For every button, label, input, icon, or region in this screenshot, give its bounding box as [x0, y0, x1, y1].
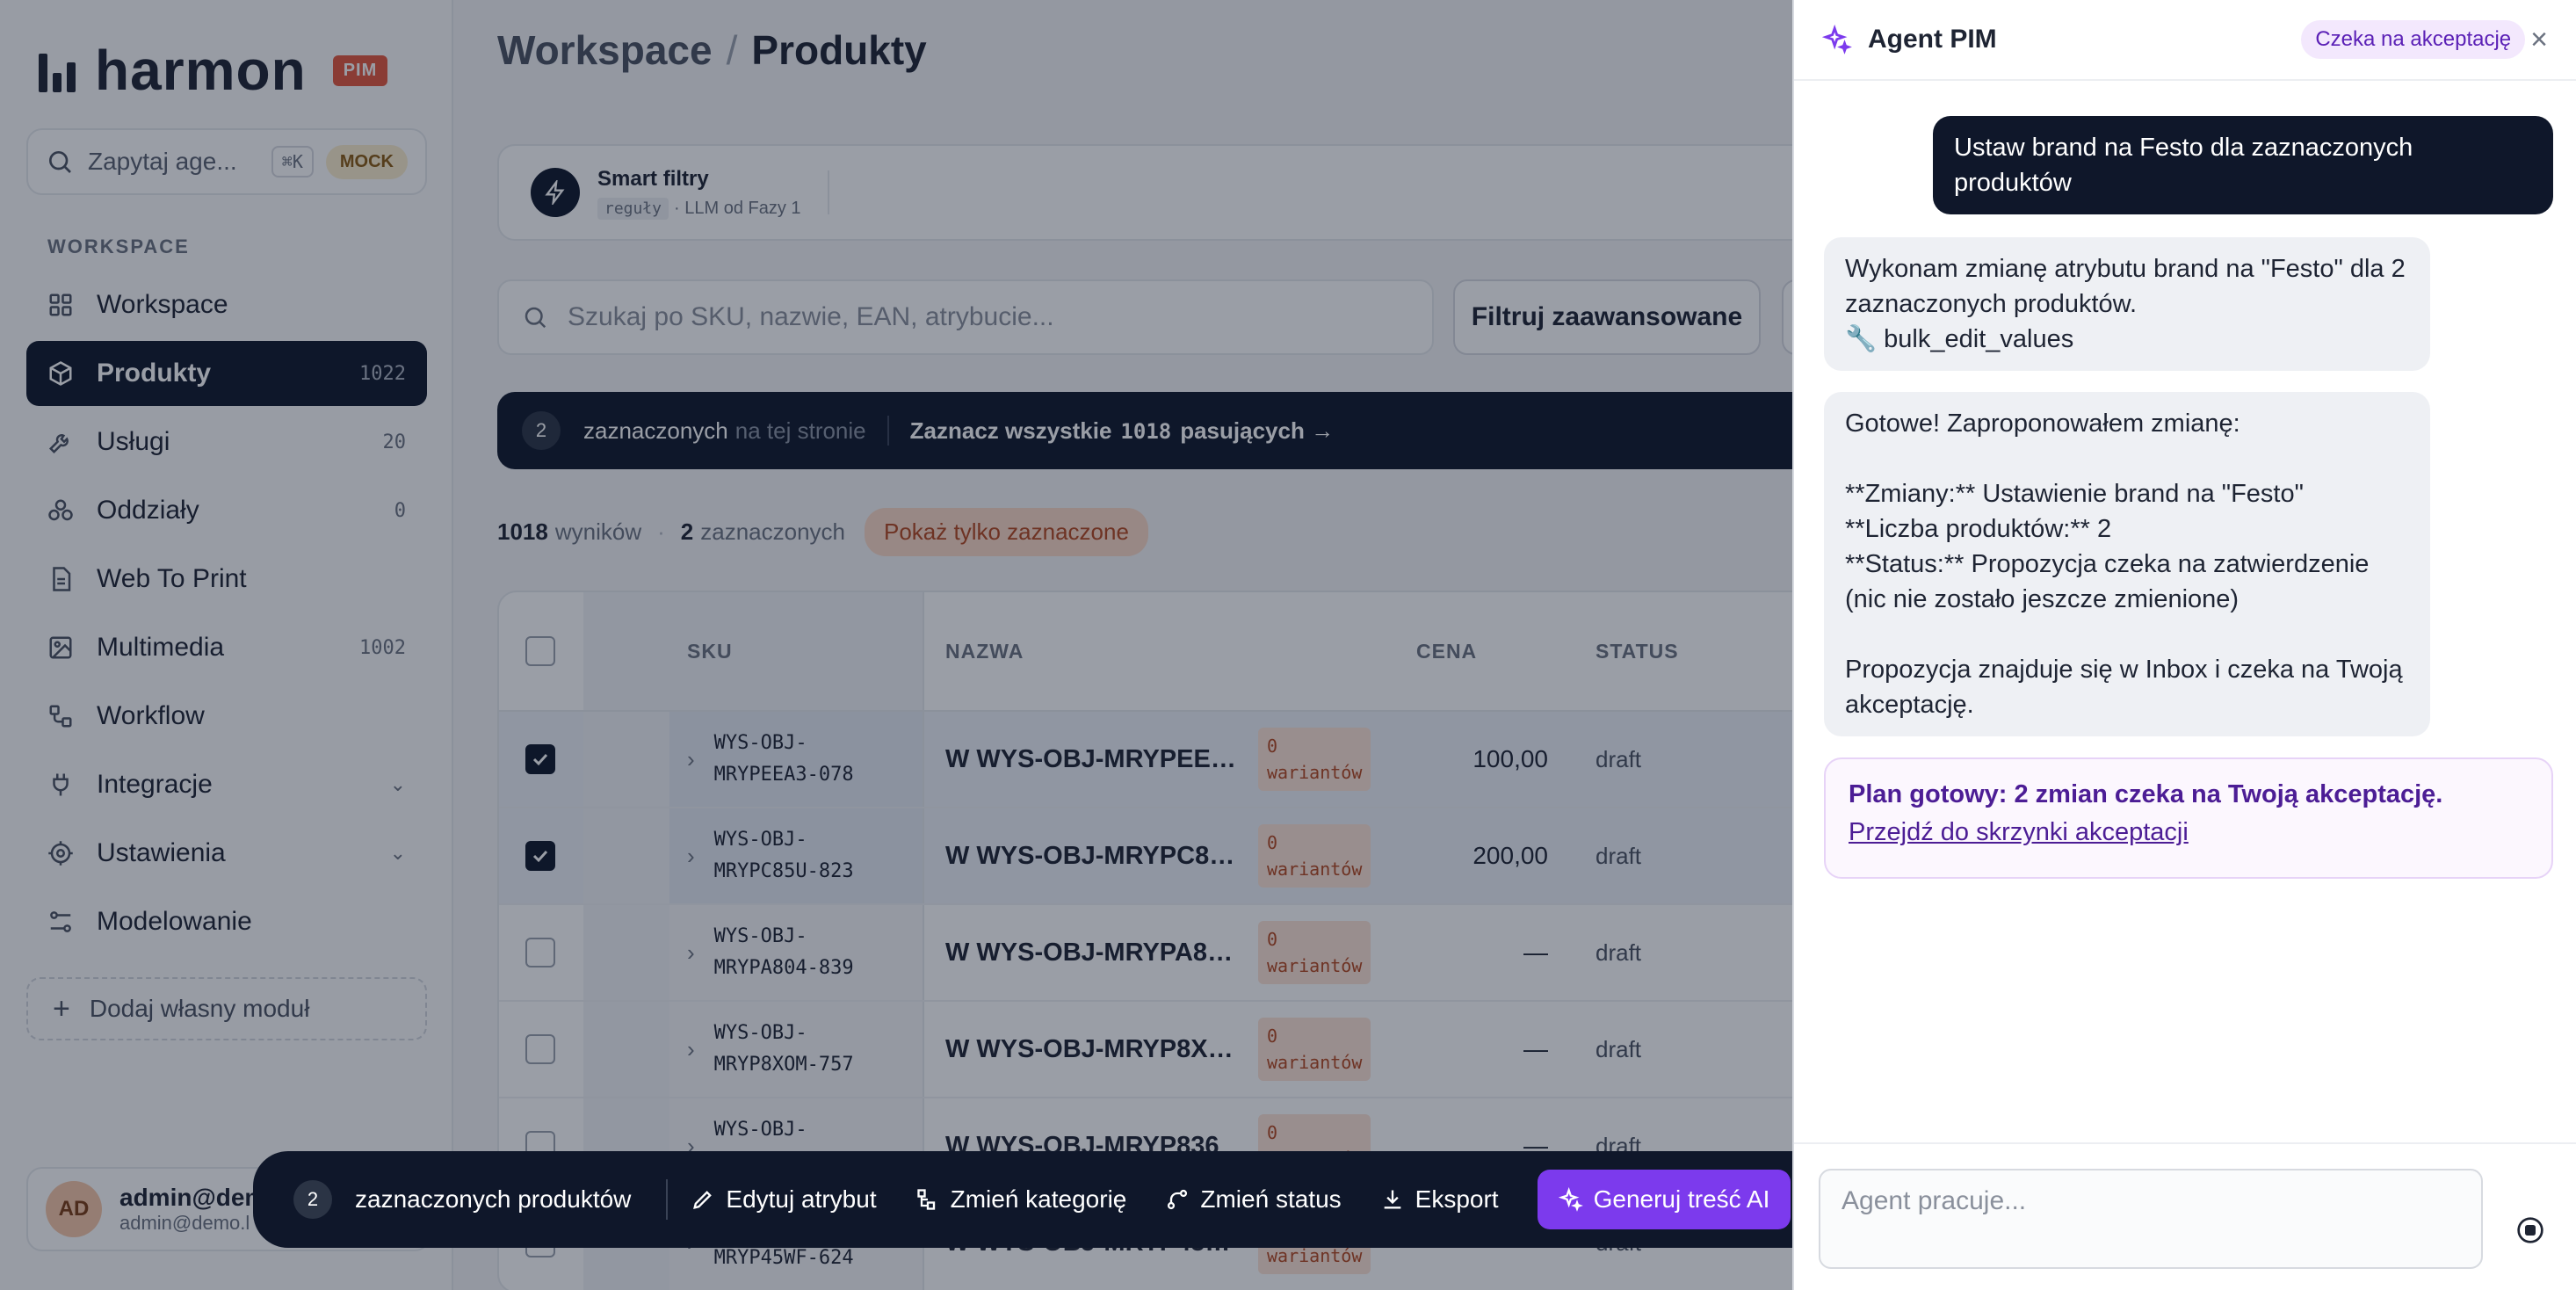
edit-attribute-button[interactable]: Edytuj atrybut: [691, 1185, 877, 1214]
generate-ai-content-button[interactable]: Generuj treść AI: [1537, 1170, 1791, 1229]
close-icon[interactable]: ×: [2530, 23, 2548, 57]
modal-overlay[interactable]: [0, 0, 1792, 1290]
selected-products-label: zaznaczonych produktów: [355, 1185, 632, 1213]
agent-message: Gotowe! Zaproponowałem zmianę: **Zmiany:…: [1824, 392, 2430, 736]
pencil-icon: [693, 1191, 713, 1209]
bulk-action-bar: 2 zaznaczonych produktów Edytuj atrybut …: [253, 1151, 1834, 1248]
change-category-button[interactable]: Zmień kategorię: [915, 1185, 1127, 1214]
change-category-label: Zmień kategorię: [950, 1185, 1127, 1213]
change-status-label: Zmień status: [1200, 1185, 1342, 1213]
plan-ready-card: Plan gotowy: 2 zmian czeka na Twoją akce…: [1824, 757, 2553, 879]
status-badge: Czeka na akceptację: [2301, 20, 2526, 59]
agent-panel: Agent PIM Czeka na akceptację × Ustaw br…: [1792, 0, 2576, 1290]
category-icon: [916, 1189, 935, 1210]
branch-icon: [1168, 1189, 1188, 1210]
agent-panel-title: Agent PIM: [1868, 25, 1997, 54]
user-message: Ustaw brand na Festo dla zaznaczonych pr…: [1933, 116, 2553, 214]
sparkles-icon: [1822, 25, 1852, 54]
agent-composer: Agent pracuje...: [1794, 1142, 2576, 1290]
export-button[interactable]: Eksport: [1380, 1185, 1499, 1214]
agent-panel-header: Agent PIM Czeka na akceptację ×: [1794, 0, 2576, 81]
divider: [666, 1179, 669, 1220]
stop-icon[interactable]: [2516, 1216, 2544, 1244]
export-label: Eksport: [1415, 1185, 1499, 1213]
change-status-button[interactable]: Zmień status: [1165, 1185, 1342, 1214]
edit-attribute-label: Edytuj atrybut: [726, 1185, 877, 1213]
sparkles-icon: [1558, 1187, 1583, 1212]
download-icon: [1384, 1190, 1400, 1209]
generate-ai-label: Generuj treść AI: [1593, 1185, 1770, 1213]
selected-count-badge: 2: [293, 1180, 332, 1219]
agent-message: Wykonam zmianę atrybutu brand na "Festo"…: [1824, 237, 2430, 371]
go-to-inbox-link[interactable]: Przejdź do skrzynki akceptacji: [1849, 818, 2189, 847]
agent-message-input[interactable]: Agent pracuje...: [1819, 1169, 2483, 1269]
plan-ready-title: Plan gotowy: 2 zmian czeka na Twoją akce…: [1849, 780, 2443, 808]
